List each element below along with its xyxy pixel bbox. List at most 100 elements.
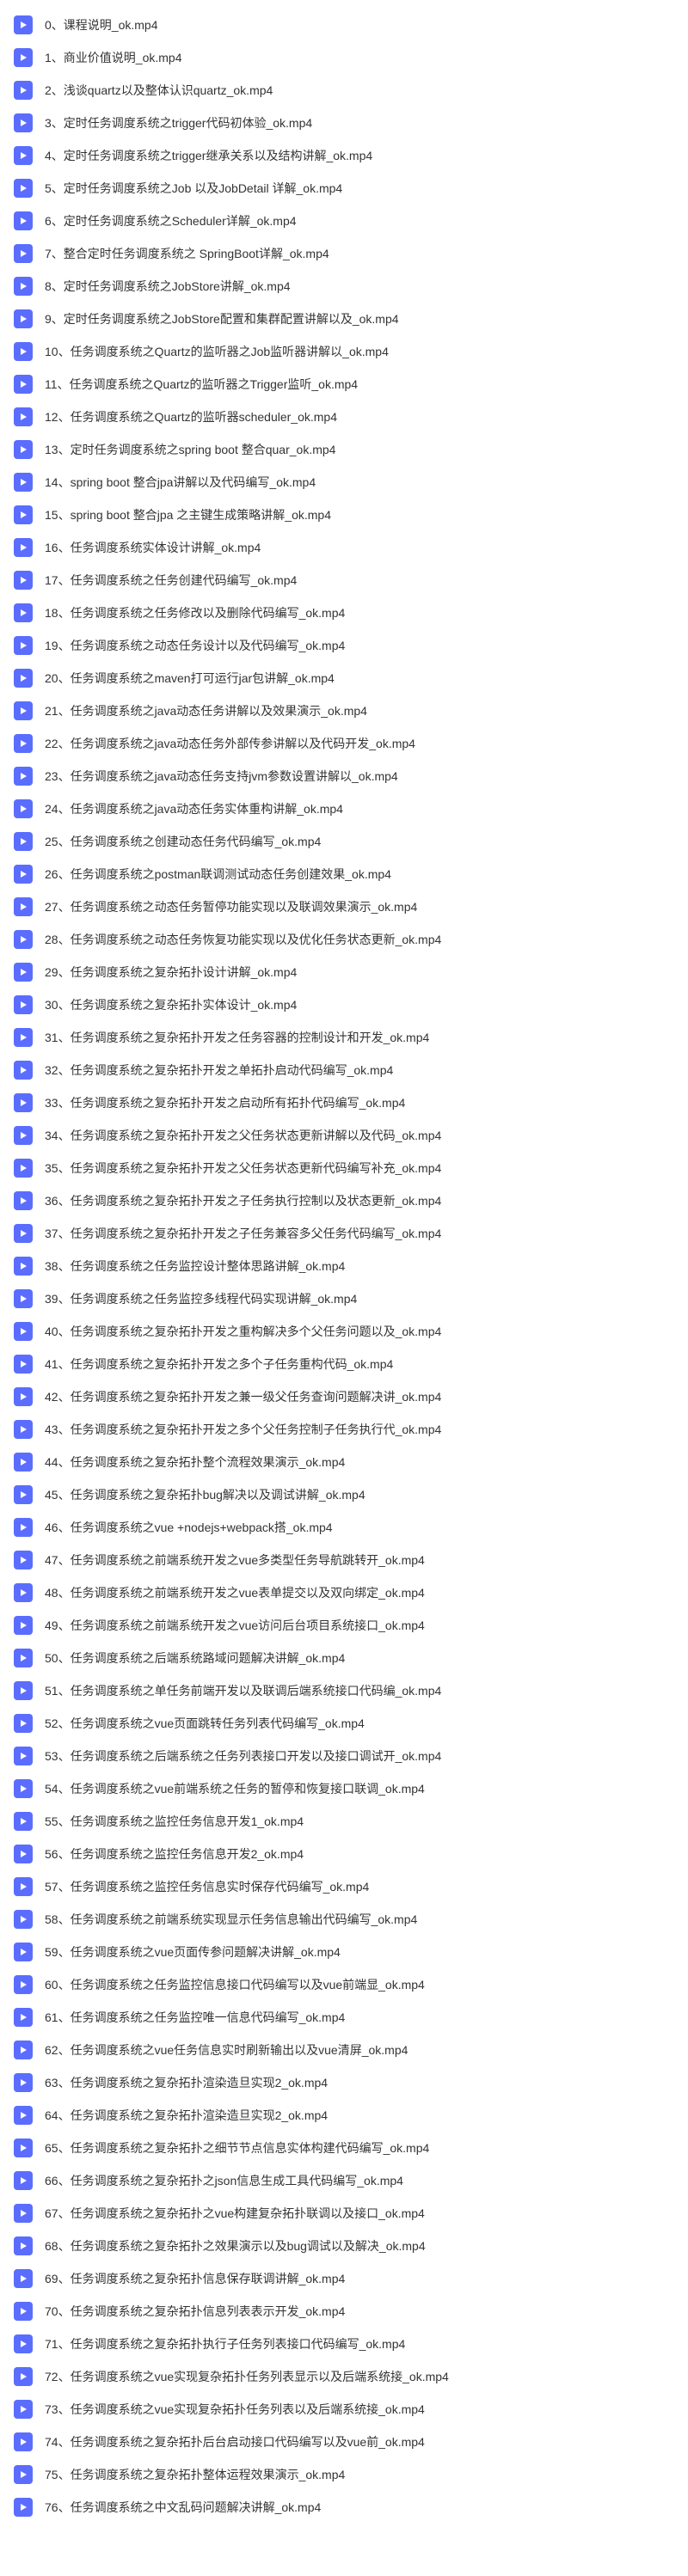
video-item[interactable]: 41、任务调度系统之复杂拓扑开发之多个子任务重构代码_ok.mp4 xyxy=(0,1348,688,1380)
video-item[interactable]: 66、任务调度系统之复杂拓扑之json信息生成工具代码编写_ok.mp4 xyxy=(0,2164,688,2197)
video-item[interactable]: 17、任务调度系统之任务创建代码编写_ok.mp4 xyxy=(0,564,688,597)
video-item[interactable]: 4、定时任务调度系统之trigger继承关系以及结构讲解_ok.mp4 xyxy=(0,139,688,172)
video-item[interactable]: 35、任务调度系统之复杂拓扑开发之父任务状态更新代码编写补充_ok.mp4 xyxy=(0,1152,688,1184)
video-item[interactable]: 59、任务调度系统之vue页面传参问题解决讲解_ok.mp4 xyxy=(0,1936,688,1968)
video-item[interactable]: 48、任务调度系统之前端系统开发之vue表单提交以及双向绑定_ok.mp4 xyxy=(0,1576,688,1609)
video-item[interactable]: 69、任务调度系统之复杂拓扑信息保存联调讲解_ok.mp4 xyxy=(0,2262,688,2295)
video-item[interactable]: 72、任务调度系统之vue实现复杂拓扑任务列表显示以及后端系统接_ok.mp4 xyxy=(0,2360,688,2393)
play-icon xyxy=(14,2367,33,2386)
video-item[interactable]: 37、任务调度系统之复杂拓扑开发之子任务兼容多父任务代码编写_ok.mp4 xyxy=(0,1217,688,1250)
play-icon xyxy=(14,963,33,982)
video-item[interactable]: 1、商业价值说明_ok.mp4 xyxy=(0,41,688,74)
video-item[interactable]: 14、spring boot 整合jpa讲解以及代码编写_ok.mp4 xyxy=(0,466,688,499)
video-item[interactable]: 36、任务调度系统之复杂拓扑开发之子任务执行控制以及状态更新_ok.mp4 xyxy=(0,1184,688,1217)
video-item[interactable]: 20、任务调度系统之maven打可运行jar包讲解_ok.mp4 xyxy=(0,662,688,694)
video-item[interactable]: 56、任务调度系统之监控任务信息开发2_ok.mp4 xyxy=(0,1838,688,1870)
play-icon xyxy=(14,2334,33,2353)
video-item[interactable]: 52、任务调度系统之vue页面跳转任务列表代码编写_ok.mp4 xyxy=(0,1707,688,1740)
video-item[interactable]: 38、任务调度系统之任务监控设计整体思路讲解_ok.mp4 xyxy=(0,1250,688,1282)
video-item[interactable]: 21、任务调度系统之java动态任务讲解以及效果演示_ok.mp4 xyxy=(0,694,688,727)
video-item[interactable]: 67、任务调度系统之复杂拓扑之vue构建复杂拓扑联调以及接口_ok.mp4 xyxy=(0,2197,688,2230)
video-item[interactable]: 46、任务调度系统之vue +nodejs+webpack搭_ok.mp4 xyxy=(0,1511,688,1544)
video-item[interactable]: 63、任务调度系统之复杂拓扑渲染造旦实现2_ok.mp4 xyxy=(0,2066,688,2099)
video-item[interactable]: 24、任务调度系统之java动态任务实体重构讲解_ok.mp4 xyxy=(0,792,688,825)
video-title: 3、定时任务调度系统之trigger代码初体验_ok.mp4 xyxy=(45,114,312,132)
video-item[interactable]: 28、任务调度系统之动态任务恢复功能实现以及优化任务状态更新_ok.mp4 xyxy=(0,923,688,956)
video-item[interactable]: 42、任务调度系统之复杂拓扑开发之兼一级父任务查询问题解决讲_ok.mp4 xyxy=(0,1380,688,1413)
video-item[interactable]: 60、任务调度系统之任务监控信息接口代码编写以及vue前端显_ok.mp4 xyxy=(0,1968,688,2001)
video-title: 18、任务调度系统之任务修改以及删除代码编写_ok.mp4 xyxy=(45,604,345,621)
video-item[interactable]: 64、任务调度系统之复杂拓扑渲染造旦实现2_ok.mp4 xyxy=(0,2099,688,2132)
video-item[interactable]: 8、定时任务调度系统之JobStore讲解_ok.mp4 xyxy=(0,270,688,303)
video-item[interactable]: 57、任务调度系统之监控任务信息实时保存代码编写_ok.mp4 xyxy=(0,1870,688,1903)
video-item[interactable]: 33、任务调度系统之复杂拓扑开发之启动所有拓扑代码编写_ok.mp4 xyxy=(0,1086,688,1119)
video-item[interactable]: 15、spring boot 整合jpa 之主键生成策略讲解_ok.mp4 xyxy=(0,499,688,531)
video-item[interactable]: 23、任务调度系统之java动态任务支持jvm参数设置讲解以_ok.mp4 xyxy=(0,760,688,792)
video-item[interactable]: 0、课程说明_ok.mp4 xyxy=(0,9,688,41)
video-item[interactable]: 47、任务调度系统之前端系统开发之vue多类型任务导航跳转开_ok.mp4 xyxy=(0,1544,688,1576)
video-item[interactable]: 54、任务调度系统之vue前端系统之任务的暂停和恢复接口联调_ok.mp4 xyxy=(0,1772,688,1805)
play-icon xyxy=(14,2106,33,2125)
video-item[interactable]: 5、定时任务调度系统之Job 以及JobDetail 详解_ok.mp4 xyxy=(0,172,688,205)
play-icon xyxy=(14,1877,33,1896)
video-item[interactable]: 9、定时任务调度系统之JobStore配置和集群配置讲解以及_ok.mp4 xyxy=(0,303,688,335)
play-icon xyxy=(14,1387,33,1406)
video-item[interactable]: 32、任务调度系统之复杂拓扑开发之单拓扑启动代码编写_ok.mp4 xyxy=(0,1054,688,1086)
play-icon xyxy=(14,2171,33,2190)
video-title: 55、任务调度系统之监控任务信息开发1_ok.mp4 xyxy=(45,1813,304,1830)
video-item[interactable]: 7、整合定时任务调度系统之 SpringBoot详解_ok.mp4 xyxy=(0,237,688,270)
video-title: 26、任务调度系统之postman联调测试动态任务创建效果_ok.mp4 xyxy=(45,866,391,883)
video-title: 62、任务调度系统之vue任务信息实时刷新输出以及vue清屏_ok.mp4 xyxy=(45,2041,408,2059)
video-item[interactable]: 50、任务调度系统之后端系统路域问题解决讲解_ok.mp4 xyxy=(0,1642,688,1674)
video-item[interactable]: 12、任务调度系统之Quartz的监听器scheduler_ok.mp4 xyxy=(0,401,688,433)
video-title: 64、任务调度系统之复杂拓扑渲染造旦实现2_ok.mp4 xyxy=(45,2107,328,2124)
video-item[interactable]: 65、任务调度系统之复杂拓扑之细节节点信息实体构建代码编写_ok.mp4 xyxy=(0,2132,688,2164)
video-title: 2、浅谈quartz以及整体认识quartz_ok.mp4 xyxy=(45,82,273,99)
video-item[interactable]: 11、任务调度系统之Quartz的监听器之Trigger监听_ok.mp4 xyxy=(0,368,688,401)
video-item[interactable]: 31、任务调度系统之复杂拓扑开发之任务容器的控制设计和开发_ok.mp4 xyxy=(0,1021,688,1054)
play-icon xyxy=(14,1028,33,1047)
play-icon xyxy=(14,1747,33,1765)
video-item[interactable]: 55、任务调度系统之监控任务信息开发1_ok.mp4 xyxy=(0,1805,688,1838)
video-item[interactable]: 26、任务调度系统之postman联调测试动态任务创建效果_ok.mp4 xyxy=(0,858,688,890)
video-item[interactable]: 73、任务调度系统之vue实现复杂拓扑任务列表以及后端系统接_ok.mp4 xyxy=(0,2393,688,2426)
video-item[interactable]: 45、任务调度系统之复杂拓扑bug解决以及调试讲解_ok.mp4 xyxy=(0,1478,688,1511)
video-item[interactable]: 6、定时任务调度系统之Scheduler详解_ok.mp4 xyxy=(0,205,688,237)
video-item[interactable]: 44、任务调度系统之复杂拓扑整个流程效果演示_ok.mp4 xyxy=(0,1446,688,1478)
video-item[interactable]: 75、任务调度系统之复杂拓扑整体运程效果演示_ok.mp4 xyxy=(0,2458,688,2491)
video-item[interactable]: 71、任务调度系统之复杂拓扑执行子任务列表接口代码编写_ok.mp4 xyxy=(0,2328,688,2360)
video-item[interactable]: 39、任务调度系统之任务监控多线程代码实现讲解_ok.mp4 xyxy=(0,1282,688,1315)
video-item[interactable]: 43、任务调度系统之复杂拓扑开发之多个父任务控制子任务执行代_ok.mp4 xyxy=(0,1413,688,1446)
play-icon xyxy=(14,48,33,67)
video-item[interactable]: 30、任务调度系统之复杂拓扑实体设计_ok.mp4 xyxy=(0,988,688,1021)
video-item[interactable]: 29、任务调度系统之复杂拓扑设计讲解_ok.mp4 xyxy=(0,956,688,988)
video-item[interactable]: 18、任务调度系统之任务修改以及删除代码编写_ok.mp4 xyxy=(0,597,688,629)
video-item[interactable]: 62、任务调度系统之vue任务信息实时刷新输出以及vue清屏_ok.mp4 xyxy=(0,2034,688,2066)
video-item[interactable]: 74、任务调度系统之复杂拓扑后台启动接口代码编写以及vue前_ok.mp4 xyxy=(0,2426,688,2458)
video-item[interactable]: 68、任务调度系统之复杂拓扑之效果演示以及bug调试以及解决_ok.mp4 xyxy=(0,2230,688,2262)
video-item[interactable]: 53、任务调度系统之后端系统之任务列表接口开发以及接口调试开_ok.mp4 xyxy=(0,1740,688,1772)
video-item[interactable]: 34、任务调度系统之复杂拓扑开发之父任务状态更新讲解以及代码_ok.mp4 xyxy=(0,1119,688,1152)
video-item[interactable]: 58、任务调度系统之前端系统实现显示任务信息输出代码编写_ok.mp4 xyxy=(0,1903,688,1936)
video-item[interactable]: 76、任务调度系统之中文乱码问题解决讲解_ok.mp4 xyxy=(0,2491,688,2524)
video-item[interactable]: 13、定时任务调度系统之spring boot 整合quar_ok.mp4 xyxy=(0,433,688,466)
video-item[interactable]: 22、任务调度系统之java动态任务外部传参讲解以及代码开发_ok.mp4 xyxy=(0,727,688,760)
video-title: 17、任务调度系统之任务创建代码编写_ok.mp4 xyxy=(45,572,297,589)
video-title: 19、任务调度系统之动态任务设计以及代码编写_ok.mp4 xyxy=(45,637,345,654)
video-item[interactable]: 49、任务调度系统之前端系统开发之vue访问后台项目系统接口_ok.mp4 xyxy=(0,1609,688,1642)
video-item[interactable]: 51、任务调度系统之单任务前端开发以及联调后端系统接口代码编_ok.mp4 xyxy=(0,1674,688,1707)
video-item[interactable]: 70、任务调度系统之复杂拓扑信息列表表示开发_ok.mp4 xyxy=(0,2295,688,2328)
video-title: 38、任务调度系统之任务监控设计整体思路讲解_ok.mp4 xyxy=(45,1257,345,1275)
play-icon xyxy=(14,2465,33,2484)
video-item[interactable]: 19、任务调度系统之动态任务设计以及代码编写_ok.mp4 xyxy=(0,629,688,662)
video-item[interactable]: 10、任务调度系统之Quartz的监听器之Job监听器讲解以_ok.mp4 xyxy=(0,335,688,368)
play-icon xyxy=(14,1910,33,1929)
video-item[interactable]: 40、任务调度系统之复杂拓扑开发之重构解决多个父任务问题以及_ok.mp4 xyxy=(0,1315,688,1348)
video-item[interactable]: 2、浅谈quartz以及整体认识quartz_ok.mp4 xyxy=(0,74,688,107)
video-item[interactable]: 27、任务调度系统之动态任务暂停功能实现以及联调效果演示_ok.mp4 xyxy=(0,890,688,923)
video-item[interactable]: 61、任务调度系统之任务监控唯一信息代码编写_ok.mp4 xyxy=(0,2001,688,2034)
video-item[interactable]: 25、任务调度系统之创建动态任务代码编写_ok.mp4 xyxy=(0,825,688,858)
video-item[interactable]: 3、定时任务调度系统之trigger代码初体验_ok.mp4 xyxy=(0,107,688,139)
play-icon xyxy=(14,2269,33,2288)
video-item[interactable]: 16、任务调度系统实体设计讲解_ok.mp4 xyxy=(0,531,688,564)
